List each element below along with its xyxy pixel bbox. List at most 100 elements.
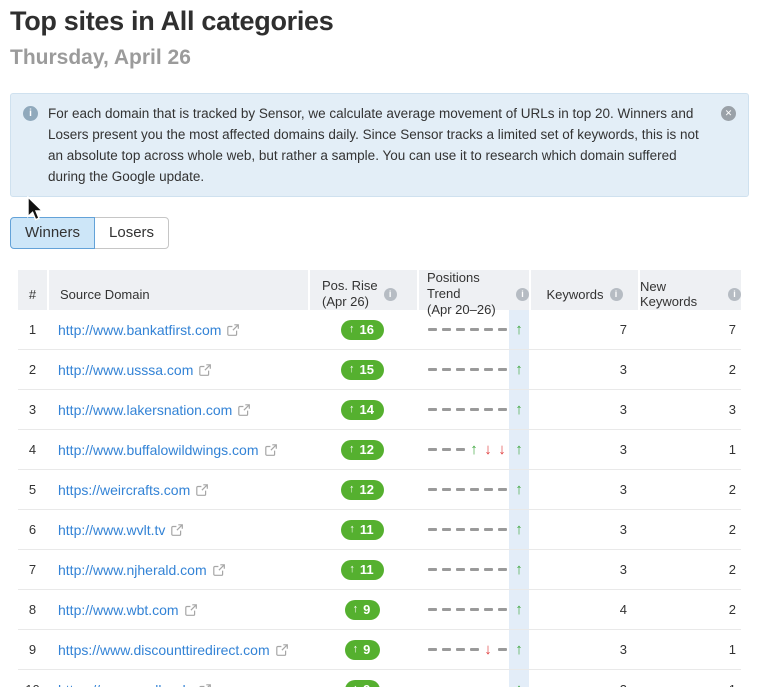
pos-rise-cell: ↑11 (308, 550, 417, 589)
pos-rise-badge: ↑11 (341, 560, 383, 580)
new-keywords-cell: 2 (638, 470, 741, 509)
table-row: 5https://weircrafts.com↑12↑32 (18, 470, 741, 510)
domain-link[interactable]: https://www.csulb.edu (58, 682, 193, 687)
trend-dash-icon (425, 430, 439, 469)
domain-link[interactable]: http://www.lakersnation.com (58, 402, 232, 418)
trend-dash-icon (425, 350, 439, 389)
table-row: 4http://www.buffalowildwings.com↑12↑↓↓↑3… (18, 430, 741, 470)
domain-link[interactable]: http://www.wbt.com (58, 602, 179, 618)
trend-dash-icon (439, 470, 453, 509)
trend-dash-icon (495, 510, 509, 549)
external-link-icon[interactable] (276, 644, 288, 656)
pos-rise-badge: ↑14 (341, 400, 384, 420)
domain-cell: http://www.wbt.com (47, 590, 308, 629)
new-keywords-cell: 1 (638, 670, 741, 687)
positions-trend-cell: ↑ (417, 470, 529, 509)
domain-cell: http://www.wvlt.tv (47, 510, 308, 549)
pos-rise-cell: ↑9 (308, 670, 417, 687)
keywords-cell: 3 (529, 390, 638, 429)
domain-cell: https://www.csulb.edu (47, 670, 308, 687)
close-icon[interactable]: ✕ (721, 106, 736, 121)
domain-link[interactable]: http://www.usssa.com (58, 362, 193, 378)
keywords-cell: 3 (529, 550, 638, 589)
external-link-icon[interactable] (196, 484, 208, 496)
info-banner: i For each domain that is tracked by Sen… (10, 93, 749, 197)
column-label: Keywords (546, 287, 603, 302)
new-keywords-cell: 7 (638, 310, 741, 349)
trend-dash-icon (467, 470, 481, 509)
up-arrow-icon: ↑ (353, 642, 359, 657)
tab-winners[interactable]: Winners (10, 217, 95, 249)
domain-cell: http://www.njherald.com (47, 550, 308, 589)
rank-cell: 1 (18, 310, 47, 349)
info-icon[interactable]: i (516, 288, 529, 301)
domain-link[interactable]: https://weircrafts.com (58, 482, 190, 498)
pos-rise-cell: ↑14 (308, 390, 417, 429)
trend-dash-icon (425, 310, 439, 349)
rank-cell: 10 (18, 670, 47, 687)
positions-trend-cell: ↑ (417, 510, 529, 549)
rank-cell: 6 (18, 510, 47, 549)
tab-losers[interactable]: Losers (94, 217, 169, 249)
table-row: 3http://www.lakersnation.com↑14↑33 (18, 390, 741, 430)
domain-link[interactable]: http://www.bankatfirst.com (58, 322, 221, 338)
trend-dash-icon (425, 510, 439, 549)
trend-up-arrow-icon: ↑ (509, 630, 529, 669)
table-header: # Source Domain Pos. Rise (Apr 26) i Pos… (18, 270, 741, 310)
trend-dash-icon (467, 510, 481, 549)
external-link-icon[interactable] (199, 684, 211, 687)
pos-rise-cell: ↑9 (308, 590, 417, 629)
rank-cell: 9 (18, 630, 47, 669)
up-arrow-icon: ↑ (353, 602, 359, 617)
trend-dash-icon (425, 630, 439, 669)
positions-trend-cell: ↑ (417, 550, 529, 589)
rank-cell: 7 (18, 550, 47, 589)
external-link-icon[interactable] (171, 524, 183, 536)
up-arrow-icon: ↑ (349, 562, 355, 577)
info-icon: i (23, 106, 38, 121)
trend-down-arrow-icon: ↓ (481, 430, 495, 469)
domain-link[interactable]: https://www.discounttiredirect.com (58, 642, 270, 658)
pos-rise-badge: ↑9 (345, 680, 381, 687)
trend-dash-icon (481, 670, 495, 687)
trend-dash-icon (439, 390, 453, 429)
trend-dash-icon (481, 590, 495, 629)
pos-rise-badge: ↑9 (345, 640, 381, 660)
top-sites-table: # Source Domain Pos. Rise (Apr 26) i Pos… (18, 270, 741, 687)
table-row: 6http://www.wvlt.tv↑11↑32 (18, 510, 741, 550)
external-link-icon[interactable] (238, 404, 250, 416)
keywords-cell: 3 (529, 630, 638, 669)
domain-link[interactable]: http://www.wvlt.tv (58, 522, 165, 538)
trend-dash-icon (481, 390, 495, 429)
trend-up-arrow-icon: ↑ (509, 590, 529, 629)
trend-dash-icon (481, 510, 495, 549)
info-icon[interactable]: i (610, 288, 623, 301)
trend-dash-icon (453, 310, 467, 349)
trend-dash-icon (453, 550, 467, 589)
table-row: 2http://www.usssa.com↑15↑32 (18, 350, 741, 390)
new-keywords-cell: 2 (638, 590, 741, 629)
external-link-icon[interactable] (227, 324, 239, 336)
domain-cell: https://www.discounttiredirect.com (47, 630, 308, 669)
new-keywords-cell: 2 (638, 550, 741, 589)
domain-link[interactable]: http://www.buffalowildwings.com (58, 442, 259, 458)
positions-trend-cell: ↑ (417, 350, 529, 389)
keywords-cell: 3 (529, 670, 638, 687)
trend-up-arrow-icon: ↑ (509, 510, 529, 549)
keywords-cell: 3 (529, 510, 638, 549)
tab-group: Winners Losers (10, 217, 749, 249)
info-icon[interactable]: i (728, 288, 741, 301)
rank-cell: 4 (18, 430, 47, 469)
external-link-icon[interactable] (213, 564, 225, 576)
domain-link[interactable]: http://www.njherald.com (58, 562, 207, 578)
new-keywords-cell: 2 (638, 510, 741, 549)
external-link-icon[interactable] (199, 364, 211, 376)
column-label: Source Domain (60, 287, 150, 302)
external-link-icon[interactable] (265, 444, 277, 456)
trend-dash-icon (439, 550, 453, 589)
trend-up-arrow-icon: ↑ (509, 310, 529, 349)
external-link-icon[interactable] (185, 604, 197, 616)
info-icon[interactable]: i (384, 288, 397, 301)
keywords-cell: 4 (529, 590, 638, 629)
trend-dash-icon (453, 390, 467, 429)
